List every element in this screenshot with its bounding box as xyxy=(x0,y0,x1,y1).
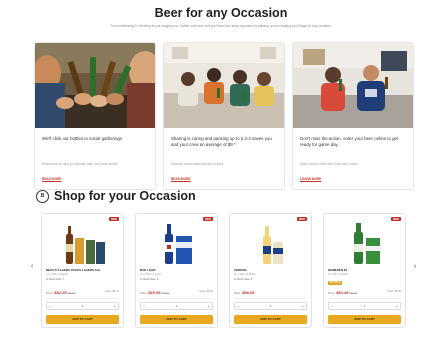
add-to-cart-button[interactable]: ADD TO CART xyxy=(328,315,401,324)
shop-section-title: Shop for your Occasion xyxy=(54,189,196,203)
price-label: Price: xyxy=(140,291,148,295)
carousel-prev-button[interactable]: ‹ xyxy=(27,263,37,270)
carousel-next-button[interactable]: › xyxy=(410,263,420,270)
occasion-card-social[interactable]: We'll clink our bottles to social gather… xyxy=(34,42,156,190)
product-image[interactable] xyxy=(230,220,313,266)
divider xyxy=(46,298,119,299)
quantity-value[interactable]: 1 xyxy=(235,304,306,308)
price-row: Price: $58.09 xyxy=(234,290,307,295)
product-price: $54.49 xyxy=(336,290,349,295)
occasion-photo-game-day xyxy=(293,43,413,128)
product-savings: Save: $2.70 xyxy=(105,290,119,293)
occasion-description: Read more on why you should order your b… xyxy=(42,162,118,166)
occasion-card-game-day[interactable]: Don't miss the action, order your beer o… xyxy=(292,42,414,190)
divider xyxy=(234,298,307,299)
price-label: Price: xyxy=(328,291,336,295)
product-package: 24 x 355 mL Cans xyxy=(140,273,161,276)
quantity-value[interactable]: 1 xyxy=(141,304,212,308)
occasion-heading: Don't miss the action, order your beer o… xyxy=(300,136,399,147)
product-image[interactable] xyxy=(324,220,407,266)
page-title: Beer for any Occasion xyxy=(154,6,288,20)
learn-more-link[interactable]: LEARN MORE xyxy=(300,177,321,181)
quantity-value[interactable]: 1 xyxy=(329,304,400,308)
product-image[interactable] xyxy=(42,220,125,266)
product-savings: Save: $3.00 xyxy=(199,290,213,293)
divider xyxy=(140,298,213,299)
product-card: NEW BEAU'S CLASSIC PACKS LAGERS ALE 12 x… xyxy=(41,213,124,328)
price-row: Price: $54.49 $57.99 Save: $3.50 xyxy=(328,290,401,295)
increase-quantity-button[interactable]: + xyxy=(396,304,398,309)
occasion-photo-social xyxy=(35,43,155,128)
increase-quantity-button[interactable]: + xyxy=(208,304,210,309)
quantity-value[interactable]: 1 xyxy=(47,304,118,308)
read-more-link[interactable]: READ MORE xyxy=(171,177,190,181)
product-package: 6 x 330 mL Bottle xyxy=(328,273,349,276)
product-old-price: $57.99 xyxy=(349,292,358,295)
occasion-description: Learn how to order beer from your couch xyxy=(300,162,358,166)
product-old-price: $48.99 xyxy=(161,292,170,295)
price-row: Price: $32.29 $34.99 Save: $2.70 xyxy=(46,290,119,295)
product-name[interactable]: HEINEKEN 6X xyxy=(328,268,401,272)
product-card: NEW CORONA 12 x 330 mL Bottle In Stock N… xyxy=(229,213,312,328)
product-price: $32.29 xyxy=(54,290,67,295)
add-to-cart-button[interactable]: ADD TO CART xyxy=(234,315,307,324)
product-name[interactable]: BUD LIGHT xyxy=(140,268,213,272)
occasion-cards: We'll clink our bottles to social gather… xyxy=(34,42,414,190)
product-name[interactable]: CORONA xyxy=(234,268,307,272)
increase-quantity-button[interactable]: + xyxy=(114,304,116,309)
product-package: 12 x 330 mL Bottle xyxy=(234,273,256,276)
quantity-stepper[interactable]: − 1 + xyxy=(328,302,401,310)
product-price: $58.09 xyxy=(242,290,255,295)
occasion-description: Discover more ways that one to save xyxy=(171,162,224,166)
product-package: 12 x 355 mL Bottle xyxy=(46,273,68,276)
product-image[interactable] xyxy=(136,220,219,266)
price-row: Price: $45.99 $48.99 Save: $3.00 xyxy=(140,290,213,295)
increase-quantity-button[interactable]: + xyxy=(302,304,304,309)
product-name[interactable]: BEAU'S CLASSIC PACKS LAGERS ALE xyxy=(46,268,119,272)
product-card: NEW HEINEKEN 6X 6 x 330 mL Bottle ON SAL… xyxy=(323,213,406,328)
occasion-heading: Sharing is caring and packing up to a 2-… xyxy=(171,136,272,147)
price-label: Price: xyxy=(46,291,54,295)
add-to-cart-button[interactable]: ADD TO CART xyxy=(140,315,213,324)
sale-badge: ON SALE xyxy=(328,281,343,285)
product-card: NEW BUD LIGHT 24 x 355 mL Cans In Stock … xyxy=(135,213,218,328)
quantity-stepper[interactable]: − 1 + xyxy=(46,302,119,310)
read-more-link[interactable]: READ MORE xyxy=(42,177,61,181)
divider xyxy=(328,298,401,299)
occasion-heading: We'll clink our bottles to social gather… xyxy=(42,136,123,141)
product-price: $45.99 xyxy=(148,290,161,295)
occasion-photo-sharing xyxy=(164,43,284,128)
quantity-stepper[interactable]: − 1 + xyxy=(234,302,307,310)
product-stock: In Stock Now: 9 xyxy=(140,278,159,281)
product-old-price: $34.99 xyxy=(67,292,76,295)
add-to-cart-button[interactable]: ADD TO CART xyxy=(46,315,119,324)
occasion-card-sharing[interactable]: Sharing is caring and packing up to a 2-… xyxy=(163,42,285,190)
product-stock: In Stock Now: 9 xyxy=(234,278,253,281)
quantity-stepper[interactable]: − 1 + xyxy=(140,302,213,310)
shop-section-icon: B xyxy=(36,190,49,203)
price-label: Price: xyxy=(234,291,242,295)
page-subtitle: From celebrating to cheering to just han… xyxy=(110,24,332,28)
product-savings: Save: $3.50 xyxy=(387,290,401,293)
product-stock: In Stock Now: 7 xyxy=(46,278,65,281)
